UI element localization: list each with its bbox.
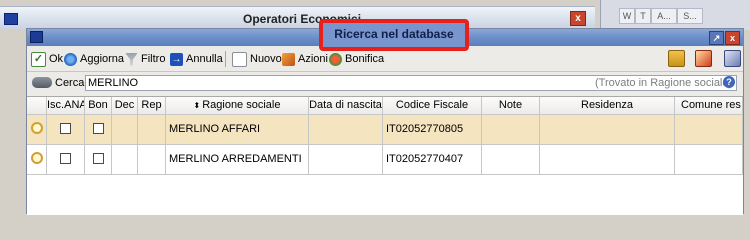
background-window: Operatori Economici x [0,0,600,30]
isc-ana-checkbox[interactable] [47,115,85,145]
actions-icon [282,52,295,66]
search-dialog: Ricerca nel database ↗ x ✓ Ok Aggiorna F… [26,19,744,215]
aggiorna-label: Aggiorna [80,53,125,65]
rep-cell [138,115,166,145]
bon-checkbox[interactable] [85,115,112,145]
restore-button[interactable]: ↗ [709,31,724,45]
dialog-titlebar[interactable]: Ricerca nel database ↗ x [27,19,743,51]
calculator-icon[interactable] [668,50,685,67]
binoculars-icon [32,77,52,88]
bonifica-button[interactable]: Bonifica [329,51,384,67]
bonifica-icon [329,52,342,66]
toolbar-letter-t[interactable]: T [635,8,651,24]
filtro-label: Filtro [141,53,166,65]
undo-icon: → [170,52,183,66]
column-header-residenza[interactable]: Residenza [540,97,675,115]
toolbar-separator [225,51,226,67]
filtro-button[interactable]: Filtro [125,51,165,67]
results-grid: Isc.ANA Bon Dec Rep ⬍ Ragione sociale Dat… [27,96,743,215]
toolbar-letter-s[interactable]: S... [677,8,703,24]
advanced-search-icon[interactable] [724,50,741,67]
dialog-title: Ricerca nel database [334,27,454,41]
close-button[interactable]: x [725,31,740,45]
column-header-comune-res[interactable]: Comune res [675,97,743,115]
codice-fiscale-cell[interactable]: IT02052770407 [383,145,482,175]
checkbox[interactable] [92,152,104,164]
background-close-button[interactable]: x [570,11,586,26]
magnifier-icon [30,121,43,134]
search-row: Cerca (Trovato in Ragione sociale) ? [27,72,743,94]
ragione-sociale-cell[interactable]: MERLINO ARREDAMENTI [166,145,309,175]
column-header-isc-ana[interactable]: Isc.ANA [47,97,85,115]
checkbox[interactable] [60,122,71,134]
grid-empty-area[interactable] [27,175,743,215]
help-icon[interactable]: ? [723,76,735,88]
note-cell[interactable] [482,115,540,145]
azioni-button[interactable]: Azioni [282,51,328,67]
dec-cell [112,115,138,145]
dialog-toolbar: ✓ Ok Aggiorna Filtro → Annulla Nuovo Azi… [27,47,743,72]
isc-ana-checkbox[interactable] [47,145,85,175]
azioni-label: Azioni [298,53,328,65]
bon-checkbox[interactable] [85,145,112,175]
background-right-toolbar: W T A... S... [600,0,750,30]
new-document-icon [232,51,247,67]
bonifica-label: Bonifica [345,53,385,65]
column-header-rep[interactable]: Rep [138,97,166,115]
residenza-cell[interactable] [540,145,675,175]
row-selector-header [27,97,47,115]
checkbox[interactable] [60,152,71,164]
column-header-dec[interactable]: Dec [112,97,138,115]
column-header-bon[interactable]: Bon [85,97,112,115]
data-nascita-cell[interactable] [309,145,383,175]
column-header-ragione-sociale[interactable]: ⬍ Ragione sociale [166,97,309,115]
toolbar-letter-a[interactable]: A... [651,8,677,24]
row-search-icon[interactable] [27,145,47,175]
toolbar-letter-w[interactable]: W [619,8,635,24]
rep-cell [138,145,166,175]
check-icon: ✓ [31,51,46,67]
column-header-data-nascita[interactable]: Data di nascita [309,97,383,115]
background-window-titlebar: Operatori Economici x [0,6,595,29]
annulla-button[interactable]: → Annulla [170,51,223,67]
sort-icon: ⬍ [193,101,201,110]
search-status-text: (Trovato in Ragione sociale) [595,77,733,89]
column-header-codice-fiscale[interactable]: Codice Fiscale [383,97,482,115]
comune-cell[interactable] [675,115,743,145]
comune-cell[interactable] [675,145,743,175]
column-header-ragione-sociale-label: Ragione sociale [202,99,281,111]
dialog-app-icon [30,31,43,43]
residenza-cell[interactable] [540,115,675,145]
nuovo-button[interactable]: Nuovo [232,51,282,67]
report-icon[interactable] [695,50,712,67]
dec-cell [112,145,138,175]
ok-button[interactable]: ✓ Ok [31,51,63,67]
checkbox[interactable] [92,122,104,134]
codice-fiscale-cell[interactable]: IT02052770805 [383,115,482,145]
ok-label: Ok [49,53,64,65]
search-label: Cerca [55,77,85,89]
row-search-icon[interactable] [27,115,47,145]
note-cell[interactable] [482,145,540,175]
nuovo-label: Nuovo [250,53,282,65]
magnifier-icon [30,151,43,164]
refresh-icon [64,52,77,66]
aggiorna-button[interactable]: Aggiorna [64,51,124,67]
data-nascita-cell[interactable] [309,115,383,145]
filter-icon [125,52,138,66]
column-header-note[interactable]: Note [482,97,540,115]
ragione-sociale-cell[interactable]: MERLINO AFFARI [166,115,309,145]
app-icon [4,13,18,25]
annulla-label: Annulla [186,53,223,65]
